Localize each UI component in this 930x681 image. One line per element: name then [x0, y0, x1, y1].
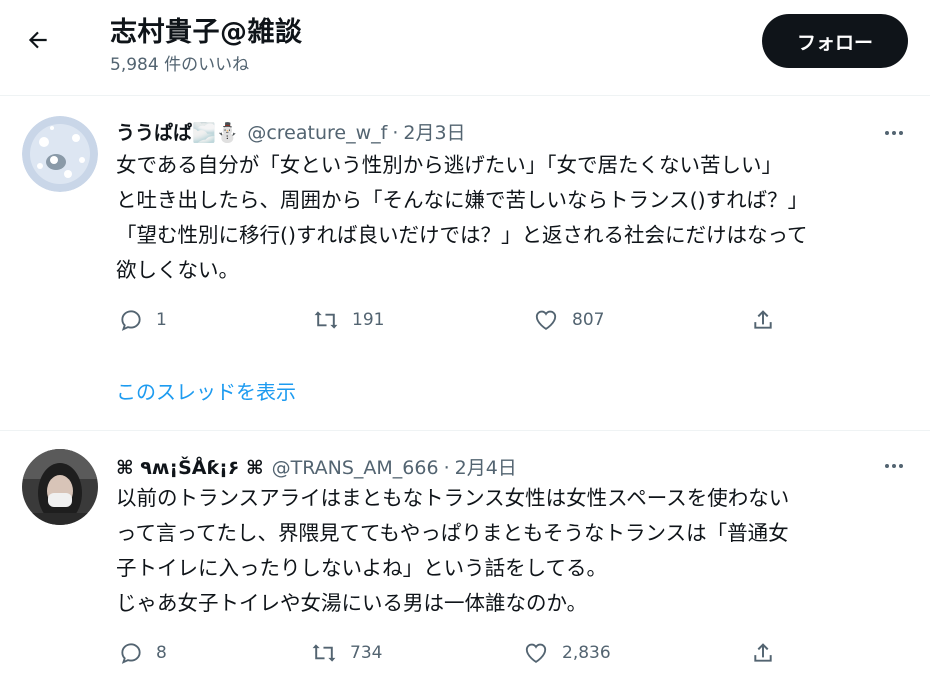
- more-dots-icon[interactable]: [876, 451, 912, 481]
- profile-header: 志村貴子@雑談 5,984 件のいいね フォロー: [0, 0, 930, 96]
- tweet-meta: ⌘ ٩ʍ¡ŠÅƙ¡۶ ⌘ @TRANS_AM_666 · 2月4日: [116, 453, 517, 480]
- display-name[interactable]: ううぱぱ🌫️⛄: [116, 118, 239, 145]
- tweet-actions: 8 734 2,836: [116, 635, 796, 671]
- retweet-count: 734: [350, 643, 383, 663]
- like-count: 2,836: [562, 643, 611, 663]
- page-title: 志村貴子@雑談: [110, 17, 303, 48]
- retweet-button[interactable]: 734: [310, 635, 382, 671]
- retweet-icon: [312, 644, 336, 662]
- arrow-left-icon: [28, 31, 47, 49]
- reply-icon: [121, 643, 141, 664]
- user-handle[interactable]: @TRANS_AM_666: [272, 457, 439, 479]
- tweet-text: 女である自分が「女という性別から逃げたい」「女で居たくない苦しい」 と吐き出した…: [116, 153, 809, 282]
- reply-icon: [121, 310, 141, 331]
- reply-button[interactable]: 8: [118, 635, 167, 671]
- avatar[interactable]: [22, 116, 98, 192]
- tweet[interactable]: ⌘ ٩ʍ¡ŠÅƙ¡۶ ⌘ @TRANS_AM_666 · 2月4日 以前のトラン…: [0, 431, 930, 681]
- avatar-image: [22, 449, 98, 525]
- share-button[interactable]: [750, 635, 776, 671]
- tweet-text: 以前のトランスアライはまともなトランス女性は女性スペースを使わない って言ってた…: [116, 486, 790, 615]
- like-count: 807: [572, 310, 605, 330]
- meta-separator: ·: [443, 457, 450, 479]
- like-button[interactable]: 807: [532, 302, 604, 338]
- follow-button[interactable]: フォロー: [762, 14, 908, 68]
- reply-count: 1: [156, 310, 167, 330]
- tweet-actions: 1 191 807: [116, 302, 796, 338]
- back-button[interactable]: [18, 20, 58, 60]
- avatar[interactable]: [22, 449, 98, 525]
- heart-icon: [525, 643, 547, 663]
- more-dots-icon[interactable]: [876, 118, 912, 148]
- user-handle[interactable]: @creature_w_f: [247, 122, 387, 144]
- retweet-button[interactable]: 191: [312, 302, 384, 338]
- likes-count: 5,984 件のいいね: [110, 55, 250, 75]
- show-thread-link[interactable]: このスレッドを表示: [116, 376, 296, 405]
- tweet-date[interactable]: 2月4日: [455, 453, 517, 480]
- retweet-icon: [314, 311, 338, 329]
- reply-count: 8: [156, 643, 167, 663]
- retweet-count: 191: [352, 310, 385, 330]
- meta-separator: ·: [392, 122, 399, 144]
- tweet[interactable]: ううぱぱ🌫️⛄ @creature_w_f · 2月3日 女である自分が「女とい…: [0, 96, 930, 431]
- reply-button[interactable]: 1: [118, 302, 167, 338]
- heart-icon: [535, 310, 557, 330]
- share-button[interactable]: [750, 302, 776, 338]
- like-button[interactable]: 2,836: [522, 635, 611, 671]
- share-icon: [754, 643, 772, 662]
- tweet-date[interactable]: 2月3日: [403, 118, 465, 145]
- display-name[interactable]: ⌘ ٩ʍ¡ŠÅƙ¡۶ ⌘: [116, 457, 264, 479]
- avatar-image: [22, 116, 98, 192]
- share-icon: [754, 310, 772, 329]
- tweet-meta: ううぱぱ🌫️⛄ @creature_w_f · 2月3日: [116, 118, 466, 145]
